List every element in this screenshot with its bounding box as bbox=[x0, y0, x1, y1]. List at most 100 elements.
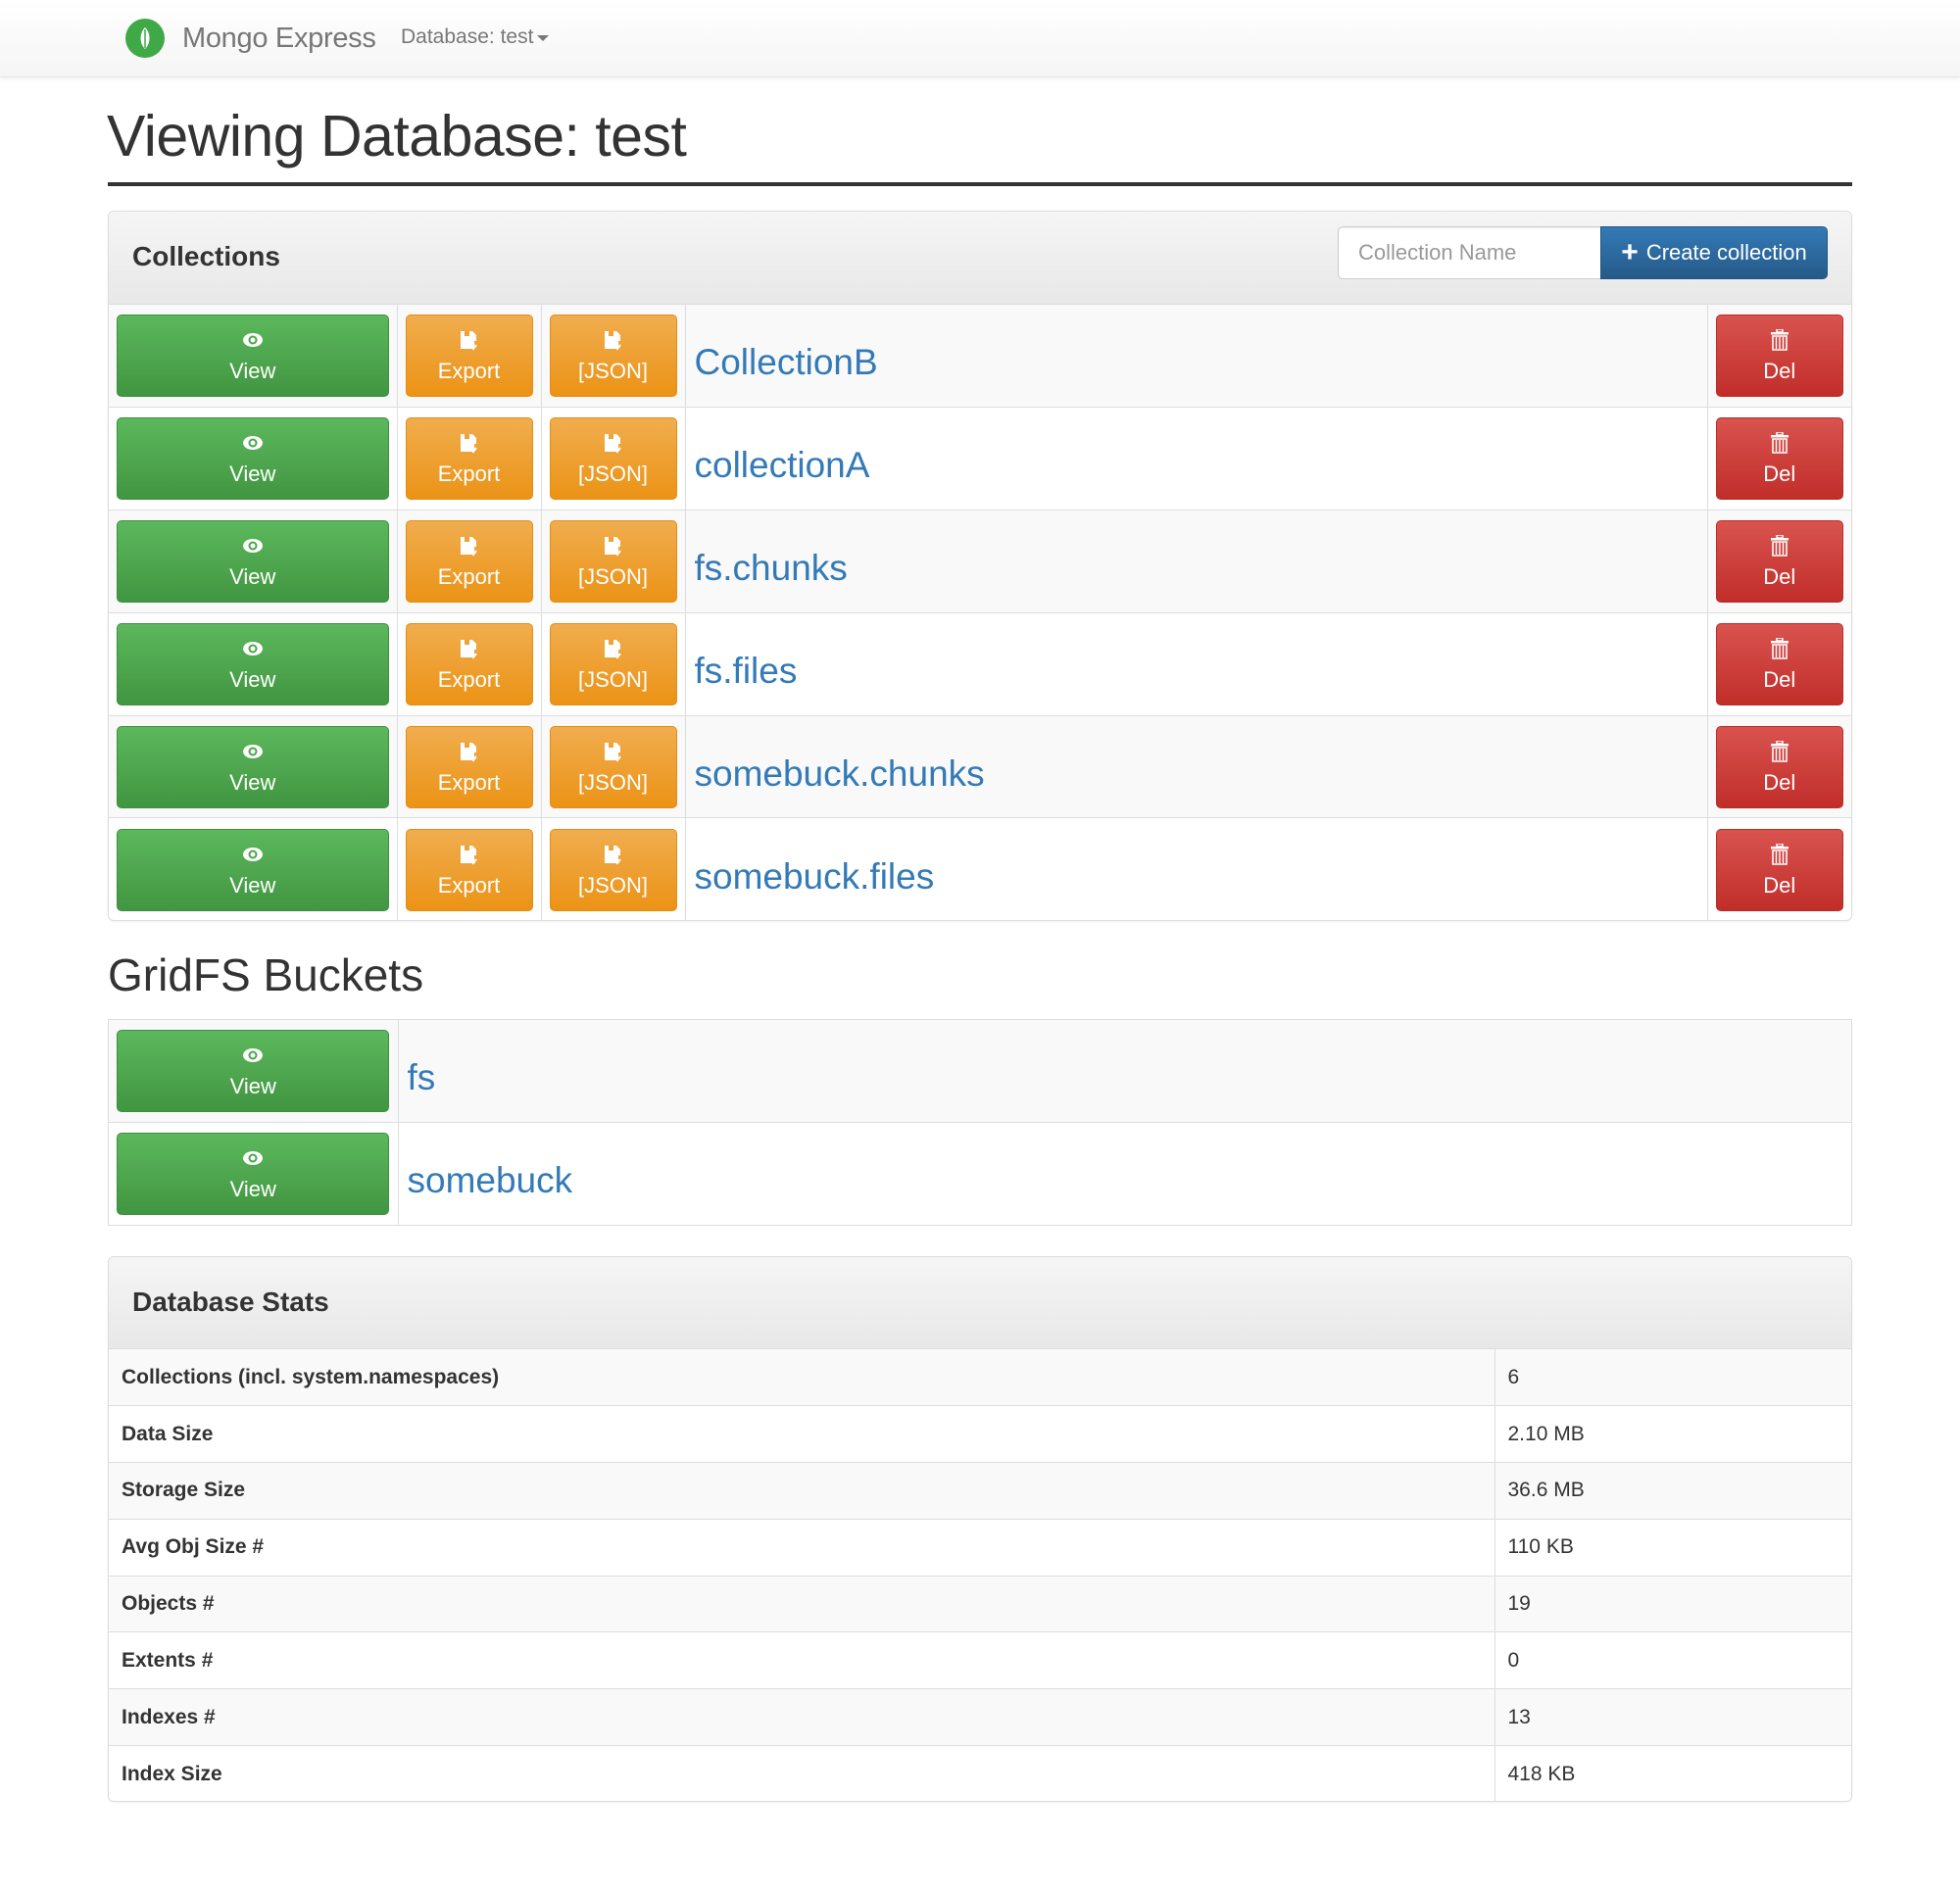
export-collection-button[interactable]: Export bbox=[405, 417, 533, 501]
export-collection-button[interactable]: Export bbox=[405, 622, 533, 705]
collection-name-link[interactable]: somebuck.chunks bbox=[686, 740, 985, 795]
export-json-button[interactable]: [JSON] bbox=[549, 519, 677, 603]
view-collection-button[interactable]: View bbox=[116, 417, 389, 501]
view-label: View bbox=[229, 1177, 276, 1201]
caret-down-icon bbox=[537, 35, 550, 41]
stat-value: 418 KB bbox=[1494, 1745, 1851, 1801]
export-label: Export bbox=[437, 769, 501, 795]
view-bucket-button[interactable]: View bbox=[117, 1133, 390, 1215]
export-json-button[interactable]: [JSON] bbox=[549, 417, 677, 501]
collection-name-link[interactable]: CollectionB bbox=[686, 328, 878, 383]
save-export-icon bbox=[459, 430, 480, 456]
bucket-name-link[interactable]: somebuck bbox=[399, 1146, 573, 1201]
view-label: View bbox=[229, 563, 276, 589]
delete-collection-button[interactable]: Del bbox=[1715, 725, 1843, 808]
trash-icon bbox=[1770, 533, 1788, 558]
brand-link[interactable]: Mongo Express bbox=[125, 19, 376, 58]
view-label: View bbox=[229, 461, 276, 487]
collection-row: View Export [JSON] fs.files Del bbox=[109, 611, 1851, 716]
collections-table: View Export [JSON] CollectionB Del View … bbox=[109, 305, 1851, 920]
stats-row: Indexes # 13 bbox=[109, 1688, 1851, 1747]
view-collection-button[interactable]: View bbox=[116, 315, 389, 398]
delete-label: Del bbox=[1763, 563, 1796, 589]
collection-row: View Export [JSON] somebuck.chunks Del bbox=[109, 714, 1851, 819]
collections-panel-heading: Collections + Create collection bbox=[109, 212, 1851, 305]
view-label: View bbox=[229, 1074, 276, 1098]
export-label: Export bbox=[437, 872, 501, 898]
stats-row: Collections (incl. system.namespaces) 6 bbox=[109, 1349, 1851, 1407]
stat-label: Collections (incl. system.namespaces) bbox=[109, 1349, 1495, 1407]
collection-name-link[interactable]: somebuck.files bbox=[686, 843, 935, 898]
save-export-icon bbox=[603, 739, 624, 764]
view-label: View bbox=[229, 359, 276, 384]
trash-icon bbox=[1770, 327, 1788, 353]
mongodb-leaf-icon bbox=[125, 19, 165, 58]
save-export-icon bbox=[459, 533, 480, 558]
stat-value: 13 bbox=[1494, 1688, 1851, 1747]
delete-collection-button[interactable]: Del bbox=[1715, 417, 1843, 501]
delete-collection-button[interactable]: Del bbox=[1715, 622, 1843, 705]
export-label: Export bbox=[437, 563, 501, 589]
create-collection-button[interactable]: + Create collection bbox=[1600, 226, 1828, 279]
bucket-name-link[interactable]: fs bbox=[399, 1044, 436, 1098]
collection-name-link[interactable]: collectionA bbox=[686, 431, 870, 486]
json-label: [JSON] bbox=[578, 563, 648, 589]
delete-collection-button[interactable]: Del bbox=[1715, 315, 1843, 398]
stat-value: 2.10 MB bbox=[1494, 1405, 1851, 1464]
eye-icon bbox=[242, 1043, 264, 1068]
export-collection-button[interactable]: Export bbox=[405, 315, 533, 398]
eye-icon bbox=[242, 739, 264, 764]
save-export-icon bbox=[603, 327, 624, 353]
json-label: [JSON] bbox=[578, 666, 648, 692]
eye-icon bbox=[242, 1145, 264, 1171]
stats-table: Collections (incl. system.namespaces) 6 … bbox=[109, 1349, 1851, 1801]
trash-icon bbox=[1770, 842, 1788, 867]
gridfs-table: View fs View somebuck bbox=[108, 1019, 1852, 1226]
collection-row: View Export [JSON] somebuck.files Del bbox=[109, 817, 1851, 920]
create-collection-label: Create collection bbox=[1645, 240, 1807, 265]
stat-label: Data Size bbox=[109, 1405, 1495, 1464]
stat-value: 36.6 MB bbox=[1494, 1462, 1851, 1520]
stats-row: Data Size 2.10 MB bbox=[109, 1405, 1851, 1464]
stat-value: 110 KB bbox=[1494, 1518, 1851, 1577]
trash-icon bbox=[1770, 430, 1788, 456]
view-bucket-button[interactable]: View bbox=[117, 1030, 390, 1112]
view-collection-button[interactable]: View bbox=[116, 622, 389, 705]
plus-icon: + bbox=[1621, 236, 1639, 268]
stat-value: 6 bbox=[1494, 1349, 1851, 1407]
delete-collection-button[interactable]: Del bbox=[1715, 519, 1843, 603]
export-json-button[interactable]: [JSON] bbox=[549, 725, 677, 808]
view-collection-button[interactable]: View bbox=[116, 828, 389, 911]
json-label: [JSON] bbox=[578, 359, 648, 384]
collection-name-link[interactable]: fs.files bbox=[686, 637, 798, 692]
save-export-icon bbox=[459, 739, 480, 764]
collection-row: View Export [JSON] collectionA Del bbox=[109, 407, 1851, 511]
export-json-button[interactable]: [JSON] bbox=[549, 315, 677, 398]
delete-collection-button[interactable]: Del bbox=[1715, 828, 1843, 911]
export-collection-button[interactable]: Export bbox=[405, 828, 533, 911]
export-collection-button[interactable]: Export bbox=[405, 725, 533, 808]
delete-label: Del bbox=[1763, 872, 1796, 898]
collection-name-input[interactable] bbox=[1338, 226, 1600, 279]
create-collection-form: + Create collection bbox=[1338, 226, 1828, 279]
database-dropdown[interactable]: Database: test bbox=[401, 25, 550, 49]
json-label: [JSON] bbox=[578, 461, 648, 487]
export-json-button[interactable]: [JSON] bbox=[549, 622, 677, 705]
view-collection-button[interactable]: View bbox=[116, 725, 389, 808]
eye-icon bbox=[242, 533, 264, 558]
view-collection-button[interactable]: View bbox=[116, 519, 389, 603]
save-export-icon bbox=[459, 842, 480, 867]
title-divider bbox=[108, 182, 1852, 186]
trash-icon bbox=[1770, 739, 1788, 764]
eye-icon bbox=[242, 636, 264, 661]
navbar: Mongo Express Database: test bbox=[0, 0, 1960, 77]
export-collection-button[interactable]: Export bbox=[405, 519, 533, 603]
stat-label: Indexes # bbox=[109, 1688, 1495, 1747]
save-export-icon bbox=[603, 533, 624, 558]
collections-panel: Collections + Create collection View bbox=[108, 211, 1852, 921]
database-dropdown-label: Database: test bbox=[401, 25, 534, 48]
collection-name-link[interactable]: fs.chunks bbox=[686, 534, 848, 589]
gridfs-bucket-row: View somebuck bbox=[109, 1122, 1851, 1225]
export-json-button[interactable]: [JSON] bbox=[549, 828, 677, 911]
export-label: Export bbox=[437, 666, 501, 692]
